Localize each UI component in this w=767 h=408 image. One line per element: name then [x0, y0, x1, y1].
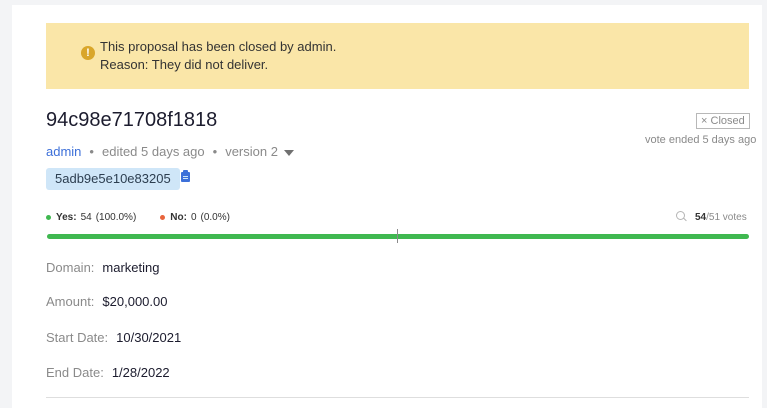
vote-ended-text: vote ended 5 days ago	[645, 134, 757, 146]
proposal-hash[interactable]: 5adb9e5e10e83205	[46, 168, 180, 190]
vote-summary: Yes: 54 (100.0%) No: 0 (0.0%)	[46, 212, 230, 223]
closed-alert: ! This proposal has been closed by admin…	[46, 23, 749, 89]
vote-progress-bar	[47, 229, 749, 243]
divider	[46, 397, 749, 398]
no-count: 0	[190, 212, 197, 223]
proposal-card: ! This proposal has been closed by admin…	[12, 5, 762, 408]
no-label: No:	[170, 212, 187, 223]
chevron-down-icon	[283, 150, 294, 156]
amount-label: Amount:	[46, 294, 95, 309]
vote-count: 54/51 votes	[695, 212, 747, 223]
author-link[interactable]: admin	[46, 144, 81, 159]
clipboard-icon[interactable]	[181, 170, 190, 182]
edited-time: edited 5 days ago	[101, 144, 205, 159]
yes-percent: (100.0%)	[95, 212, 137, 223]
no-bullet-icon	[160, 215, 166, 220]
status-label: Closed	[710, 115, 745, 127]
vote-count-value: 54	[695, 212, 707, 223]
alert-message: This proposal has been closed by admin.	[100, 39, 337, 54]
status-badge: × Closed	[696, 113, 750, 129]
proposal-meta: admin • edited 5 days ago • version 2	[46, 144, 294, 159]
search-icon[interactable]	[676, 211, 685, 220]
start-date-row: Start Date: 10/30/2021	[46, 330, 181, 345]
amount-value: $20,000.00	[102, 294, 168, 309]
close-icon: ×	[701, 115, 708, 127]
vote-progress-fill	[47, 234, 749, 239]
end-date-value: 1/28/2022	[111, 365, 170, 380]
vote-count-total: /51 votes	[706, 212, 747, 223]
yes-label: Yes:	[56, 212, 77, 223]
version-dropdown[interactable]: version 2	[225, 144, 294, 159]
proposal-title: 94c98e71708f1818	[46, 109, 218, 131]
no-percent: (0.0%)	[200, 212, 230, 223]
exclamation-icon: !	[81, 46, 95, 60]
alert-reason: Reason: They did not deliver.	[100, 57, 269, 72]
domain-label: Domain:	[46, 260, 95, 275]
end-date-label: End Date:	[46, 365, 104, 380]
amount-row: Amount: $20,000.00	[46, 294, 168, 309]
end-date-row: End Date: 1/28/2022	[46, 365, 170, 380]
domain-row: Domain: marketing	[46, 260, 160, 275]
version-label: version 2	[225, 144, 278, 159]
separator: •	[212, 144, 218, 159]
start-date-label: Start Date:	[46, 330, 109, 345]
domain-value: marketing	[102, 260, 160, 275]
separator: •	[89, 144, 94, 159]
yes-bullet-icon	[46, 215, 51, 220]
yes-count: 54	[80, 212, 92, 223]
quorum-marker	[397, 229, 398, 243]
start-date-value: 10/30/2021	[116, 330, 182, 345]
